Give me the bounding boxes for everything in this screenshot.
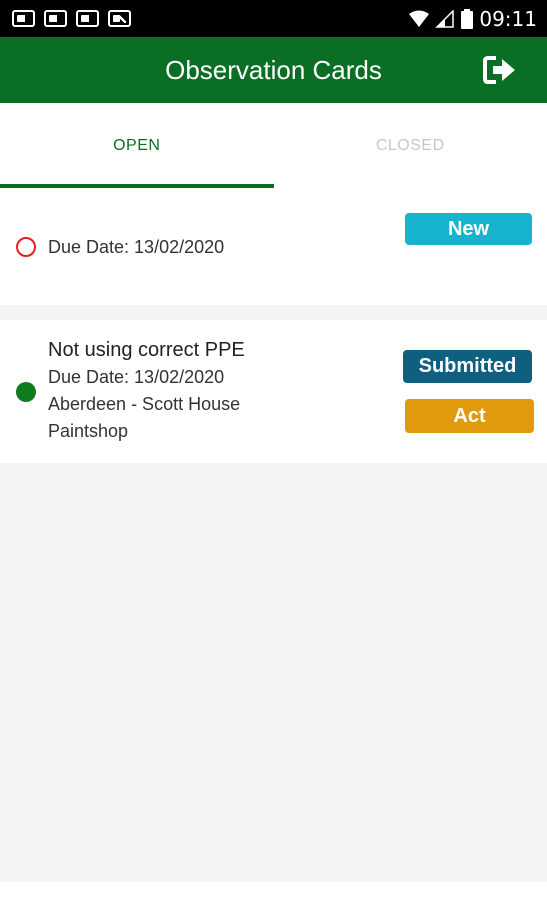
location: Aberdeen - Scott House (48, 394, 241, 414)
status-badge-new[interactable]: New (405, 213, 532, 245)
status-bar: 09:11 (0, 0, 547, 37)
logout-button[interactable] (483, 55, 517, 85)
act-button[interactable]: Act (405, 399, 534, 433)
observation-card[interactable]: Not using correct PPE Due Date: 13/02/20… (0, 320, 547, 463)
card-details: Not using correct PPE Due Date: 13/02/20… (48, 337, 245, 445)
card-details: Due Date: 13/02/2020 (48, 234, 224, 261)
notification-icon (12, 10, 35, 27)
department: Paintshop (48, 421, 129, 441)
open-status-icon (16, 237, 36, 257)
notification-icons (12, 10, 131, 27)
logout-icon (483, 56, 515, 84)
observation-card[interactable]: Due Date: 13/02/2020 New (0, 188, 547, 305)
submitted-status-icon (16, 382, 36, 402)
notification-icon (44, 10, 67, 27)
bottom-nav-area (0, 882, 547, 900)
tab-open[interactable]: OPEN (0, 103, 274, 188)
tab-bar: OPEN CLOSED (0, 103, 547, 188)
card-title: Not using correct PPE (48, 339, 245, 361)
notification-icon (76, 10, 99, 27)
app-bar: Observation Cards (0, 37, 547, 103)
tab-closed[interactable]: CLOSED (274, 103, 547, 188)
notification-icon-alt (108, 10, 131, 27)
system-status: 09:11 (409, 7, 537, 31)
page-title: Observation Cards (165, 54, 382, 85)
clock: 09:11 (479, 6, 537, 31)
wifi-icon (409, 10, 430, 27)
due-date: Due Date: 13/02/2020 (48, 367, 225, 387)
status-badge-submitted[interactable]: Submitted (403, 350, 532, 383)
signal-icon (435, 9, 455, 28)
battery-icon (461, 8, 474, 29)
due-date: Due Date: 13/02/2020 (48, 237, 225, 257)
